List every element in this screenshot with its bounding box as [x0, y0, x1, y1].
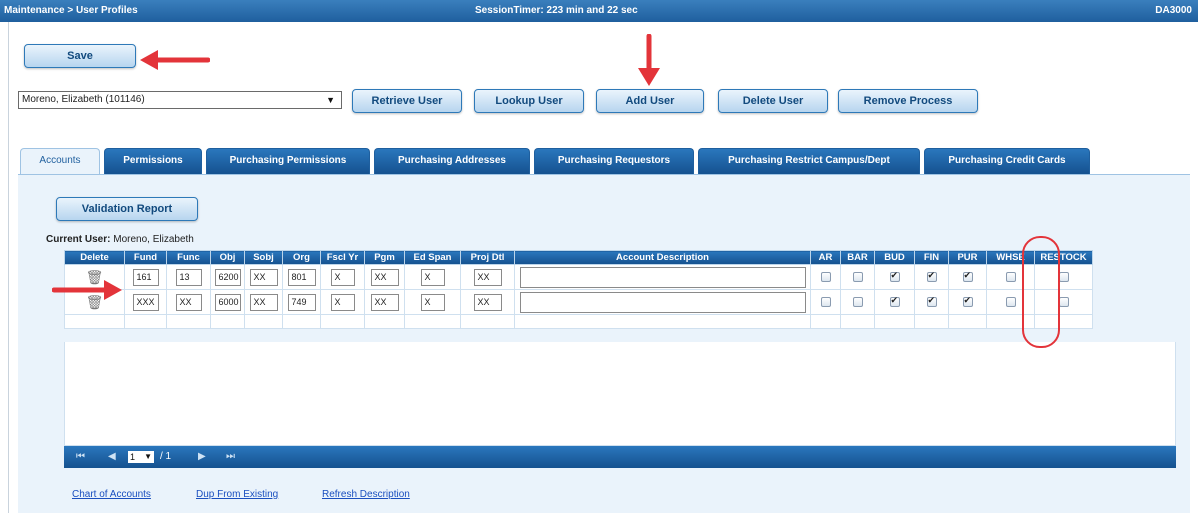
- whse-checkbox[interactable]: [1005, 271, 1016, 282]
- validation-report-button[interactable]: Validation Report: [56, 197, 198, 221]
- func-input[interactable]: XX: [175, 293, 202, 311]
- pur-checkbox[interactable]: [962, 295, 973, 307]
- col-pur[interactable]: PUR: [948, 250, 987, 265]
- current-user: Current User: Moreno, Elizabeth: [46, 234, 194, 245]
- ed-span-input[interactable]: X: [420, 293, 445, 311]
- col-fund[interactable]: Fund: [124, 250, 167, 265]
- col-obj[interactable]: Obj: [210, 250, 245, 265]
- ed-span-input[interactable]: X: [420, 268, 445, 286]
- arrow-down-icon: [638, 34, 660, 86]
- col-sobj[interactable]: Sobj: [244, 250, 283, 265]
- restock-checkbox[interactable]: [1058, 296, 1069, 307]
- table-row-empty: [64, 314, 1093, 329]
- bar-checkbox[interactable]: [852, 271, 863, 282]
- prev-page-icon[interactable]: ◀: [108, 451, 116, 462]
- col-org[interactable]: Org: [282, 250, 321, 265]
- chart-of-accounts-link[interactable]: Chart of Accounts: [72, 489, 151, 500]
- pgm-input[interactable]: XX: [370, 268, 399, 286]
- page-select-value: 1: [130, 452, 136, 462]
- obj-input[interactable]: 6200: [214, 268, 241, 286]
- tab-purchasing-permissions[interactable]: Purchasing Permissions: [206, 148, 370, 174]
- ar-checkbox[interactable]: [820, 296, 831, 307]
- arrow-right-icon: [52, 280, 122, 300]
- tab-accounts[interactable]: Accounts: [20, 148, 100, 174]
- col-proj-dtl[interactable]: Proj Dtl: [460, 250, 515, 265]
- account-description-input[interactable]: [519, 291, 806, 313]
- tab-purchasing-addresses[interactable]: Purchasing Addresses: [374, 148, 530, 174]
- org-input[interactable]: 801: [287, 268, 316, 286]
- col-fscl-yr[interactable]: Fscl Yr: [320, 250, 365, 265]
- chevron-down-icon: ▼: [144, 452, 152, 461]
- table-header-row: Delete Fund Func Obj Sobj Org Fscl Yr Pg…: [64, 250, 1093, 265]
- current-user-name: Moreno, Elizabeth: [113, 234, 194, 245]
- fscl-yr-input[interactable]: X: [330, 268, 355, 286]
- refresh-description-link[interactable]: Refresh Description: [322, 489, 410, 500]
- save-button[interactable]: Save: [24, 44, 136, 68]
- col-ar[interactable]: AR: [810, 250, 841, 265]
- session-timer: SessionTimer: 223 min and 22 sec: [475, 5, 638, 16]
- dup-from-existing-link[interactable]: Dup From Existing: [196, 489, 278, 500]
- col-account-description[interactable]: Account Description: [514, 250, 811, 265]
- table-row: 🗑 XXX XX 6000 XX 749 X XX X XX: [64, 289, 1093, 315]
- tab-purchasing-requestors[interactable]: Purchasing Requestors: [534, 148, 694, 174]
- pager: ⏮ ◀ 1 ▼ / 1 ▶ ⏭: [64, 446, 1176, 468]
- org-input[interactable]: 749: [287, 293, 316, 311]
- page-select[interactable]: 1 ▼: [128, 451, 154, 463]
- proj-dtl-input[interactable]: XX: [473, 268, 502, 286]
- add-user-button[interactable]: Add User: [596, 89, 704, 113]
- restock-checkbox[interactable]: [1058, 271, 1069, 282]
- chevron-down-icon: ▼: [326, 95, 335, 105]
- col-bar[interactable]: BAR: [840, 250, 875, 265]
- sobj-input[interactable]: XX: [249, 268, 278, 286]
- user-dropdown[interactable]: Moreno, Elizabeth (101146) ▼: [18, 91, 342, 109]
- ar-checkbox[interactable]: [820, 271, 831, 282]
- breadcrumb: Maintenance > User Profiles: [4, 5, 138, 16]
- grid-empty-area: [64, 342, 1176, 446]
- title-bar: Maintenance > User Profiles SessionTimer…: [0, 0, 1198, 22]
- table-row: 🗑 161 13 6200 XX 801 X XX X XX: [64, 264, 1093, 290]
- pur-checkbox[interactable]: [962, 270, 973, 282]
- user-dropdown-value: Moreno, Elizabeth (101146): [22, 94, 145, 105]
- fin-checkbox[interactable]: [926, 270, 937, 282]
- screen-code: DA3000: [1155, 5, 1192, 16]
- current-user-label: Current User:: [46, 234, 111, 245]
- fund-input[interactable]: 161: [132, 268, 159, 286]
- whse-checkbox[interactable]: [1005, 296, 1016, 307]
- remove-process-button[interactable]: Remove Process: [838, 89, 978, 113]
- lookup-user-button[interactable]: Lookup User: [474, 89, 584, 113]
- fscl-yr-input[interactable]: X: [330, 293, 355, 311]
- arrow-left-icon: [140, 50, 210, 70]
- highlight-oval: [1022, 236, 1060, 348]
- col-fin[interactable]: FIN: [914, 250, 949, 265]
- retrieve-user-button[interactable]: Retrieve User: [352, 89, 462, 113]
- accounts-table: Delete Fund Func Obj Sobj Org Fscl Yr Pg…: [64, 250, 1093, 329]
- pgm-input[interactable]: XX: [370, 293, 399, 311]
- col-delete[interactable]: Delete: [64, 250, 125, 265]
- sobj-input[interactable]: XX: [249, 293, 278, 311]
- col-bud[interactable]: BUD: [874, 250, 915, 265]
- bud-checkbox[interactable]: [889, 270, 900, 282]
- tab-purchasing-restrict-campus-dept[interactable]: Purchasing Restrict Campus/Dept: [698, 148, 920, 174]
- col-pgm[interactable]: Pgm: [364, 250, 405, 265]
- next-page-icon[interactable]: ▶: [198, 451, 206, 462]
- tab-permissions[interactable]: Permissions: [104, 148, 202, 174]
- obj-input[interactable]: 6000: [214, 293, 241, 311]
- func-input[interactable]: 13: [175, 268, 202, 286]
- first-page-icon[interactable]: ⏮: [76, 451, 85, 462]
- proj-dtl-input[interactable]: XX: [473, 293, 502, 311]
- delete-user-button[interactable]: Delete User: [718, 89, 828, 113]
- col-ed-span[interactable]: Ed Span: [404, 250, 461, 265]
- page-count: / 1: [160, 451, 172, 462]
- tab-purchasing-credit-cards[interactable]: Purchasing Credit Cards: [924, 148, 1090, 174]
- fin-checkbox[interactable]: [926, 295, 937, 307]
- account-description-input[interactable]: [519, 266, 806, 288]
- bud-checkbox[interactable]: [889, 295, 900, 307]
- bar-checkbox[interactable]: [852, 296, 863, 307]
- col-func[interactable]: Func: [166, 250, 211, 265]
- last-page-icon[interactable]: ⏭: [226, 451, 235, 462]
- fund-input[interactable]: XXX: [132, 293, 159, 311]
